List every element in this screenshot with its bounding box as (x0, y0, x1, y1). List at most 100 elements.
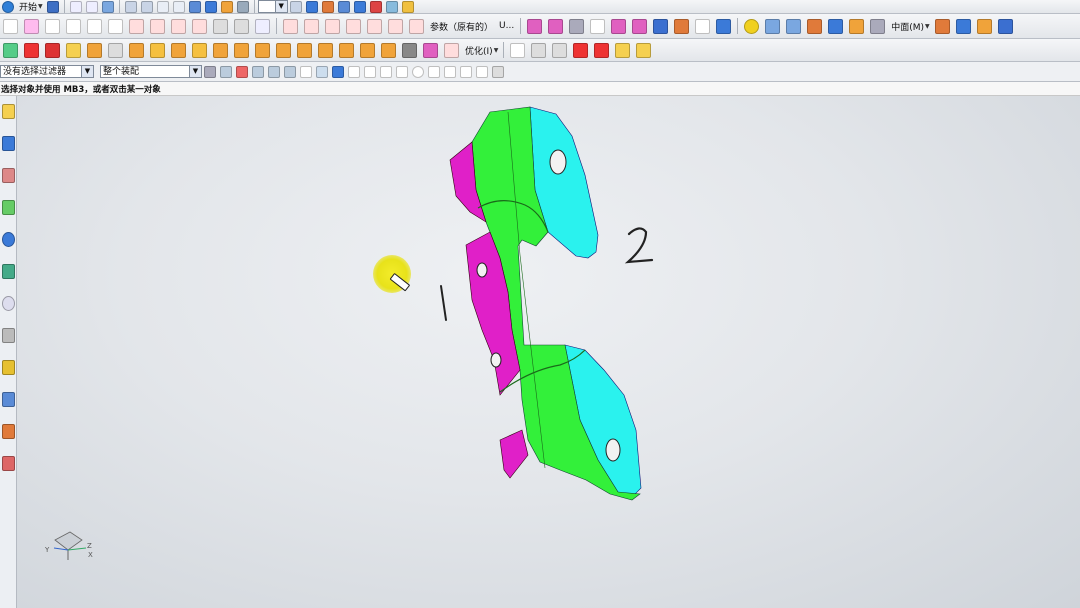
mid-point-icon[interactable] (364, 65, 376, 78)
zoom-icon[interactable] (337, 0, 350, 13)
constraint-navigator-icon[interactable] (2, 136, 15, 151)
arc-center-icon[interactable] (412, 65, 424, 78)
pattern-icon[interactable] (276, 42, 291, 58)
body-icon[interactable] (695, 18, 711, 34)
blank-icon[interactable] (590, 18, 606, 34)
assembly-navigator-icon[interactable] (2, 104, 15, 119)
die-design-icon[interactable] (531, 42, 547, 58)
cup-icon[interactable] (636, 42, 652, 58)
view-icon[interactable] (188, 0, 201, 13)
sew-body-icon[interactable] (423, 42, 438, 58)
snap-point-icon[interactable] (220, 65, 232, 78)
hole-side-2[interactable] (490, 352, 502, 368)
unite-icon[interactable] (318, 42, 333, 58)
undo-icon[interactable] (69, 0, 82, 13)
list-icon[interactable] (492, 65, 504, 78)
hide-icon[interactable] (369, 0, 382, 13)
arrow-icon[interactable] (24, 18, 39, 34)
system-scenes-icon[interactable] (2, 456, 15, 471)
copy-icon[interactable] (101, 0, 114, 13)
divide-icon[interactable] (367, 18, 382, 34)
graphics-window[interactable]: 1 2 X Y Z (17, 96, 1080, 608)
intersection-icon[interactable] (396, 65, 408, 78)
blend-icon[interactable] (213, 42, 228, 58)
extrude-icon[interactable] (45, 42, 60, 58)
redo-icon[interactable] (85, 0, 98, 13)
stamp-icon[interactable] (573, 42, 589, 58)
select-body-icon[interactable] (268, 65, 280, 78)
chevron-down-icon[interactable]: ▼ (494, 47, 499, 54)
filter-icon[interactable] (204, 65, 216, 78)
bracket-side-face-bottom[interactable] (499, 429, 529, 479)
point-on-curve-icon[interactable] (460, 65, 472, 78)
ruler-icon[interactable] (401, 0, 414, 13)
point-icon[interactable] (66, 18, 81, 34)
ph-icon[interactable] (594, 42, 610, 58)
select-region-icon[interactable] (300, 65, 312, 78)
chevron-down-icon[interactable]: ▼ (81, 66, 93, 77)
curve-length-icon[interactable] (388, 18, 403, 34)
chevron-down-icon[interactable]: ▼ (925, 23, 930, 30)
check-icon[interactable] (955, 18, 971, 34)
fit-icon[interactable] (353, 0, 366, 13)
type-filter-combo[interactable]: 没有选择过滤器 ▼ (0, 65, 94, 78)
groove-icon[interactable] (192, 42, 207, 58)
manufacturing-wizard-icon[interactable] (2, 392, 15, 407)
layer-icon[interactable] (289, 0, 302, 13)
hole-top[interactable] (549, 149, 567, 175)
layout-icon[interactable] (140, 0, 153, 13)
pen-icon[interactable] (510, 42, 526, 58)
project-curve-icon[interactable] (192, 18, 207, 34)
pan-icon[interactable] (321, 0, 334, 13)
trim-body-icon[interactable] (381, 42, 396, 58)
chamfer-curve-icon[interactable] (346, 18, 361, 34)
box-icon[interactable] (204, 0, 217, 13)
hole-icon[interactable] (87, 42, 102, 58)
fillet-curve-icon[interactable] (325, 18, 340, 34)
existing-point-icon[interactable] (444, 65, 456, 78)
chevron-down-icon[interactable]: ▼ (38, 3, 43, 10)
offset-curve-icon[interactable] (150, 18, 165, 34)
web-browser-icon[interactable] (2, 264, 15, 279)
offset-face-icon[interactable] (786, 18, 802, 34)
hd3d-tools-icon[interactable] (2, 232, 15, 247)
select-all-icon[interactable] (316, 65, 328, 78)
part-navigator-icon[interactable] (2, 168, 15, 183)
constraint-icon[interactable] (24, 42, 39, 58)
reuse-library-icon[interactable] (2, 200, 15, 215)
patch-icon[interactable] (632, 18, 648, 34)
show-icon[interactable] (385, 0, 398, 13)
sew-icon[interactable] (611, 18, 627, 34)
snap-icon[interactable] (156, 0, 169, 13)
chevron-down-icon[interactable]: ▼ (274, 1, 287, 12)
revolve-icon[interactable] (66, 42, 81, 58)
params-icon[interactable] (409, 18, 424, 34)
report-icon[interactable] (997, 18, 1013, 34)
quadrant-icon[interactable] (428, 65, 440, 78)
chinese-plugin-icon[interactable] (615, 42, 631, 58)
params-suffix[interactable]: U... (499, 21, 514, 31)
split-body-icon[interactable] (402, 42, 417, 58)
spline-icon[interactable] (108, 18, 123, 34)
measure-icon[interactable] (934, 18, 950, 34)
trim-icon[interactable] (283, 18, 298, 34)
draft-icon[interactable] (255, 42, 270, 58)
hole-bottom[interactable] (605, 438, 621, 462)
wrap-icon[interactable] (255, 18, 270, 34)
pocket-icon[interactable] (129, 42, 144, 58)
extract-body-icon[interactable] (870, 18, 886, 34)
polygon-icon[interactable] (129, 18, 144, 34)
hole-side-1[interactable] (476, 262, 488, 278)
intersect-icon[interactable] (360, 42, 375, 58)
extract-icon[interactable] (234, 18, 249, 34)
select-feature-icon[interactable] (252, 65, 264, 78)
optimize-icon[interactable] (444, 42, 459, 58)
optimize-dropdown[interactable]: 优化(I) (465, 44, 493, 57)
control-point-icon[interactable] (380, 65, 392, 78)
save-icon[interactable] (46, 0, 59, 13)
select-cube-icon[interactable] (332, 65, 344, 78)
chevron-down-icon[interactable]: ▼ (189, 66, 201, 77)
start-menu[interactable]: 开始 (19, 0, 37, 13)
block-icon[interactable] (828, 18, 844, 34)
nx-logo-icon[interactable] (2, 0, 14, 13)
